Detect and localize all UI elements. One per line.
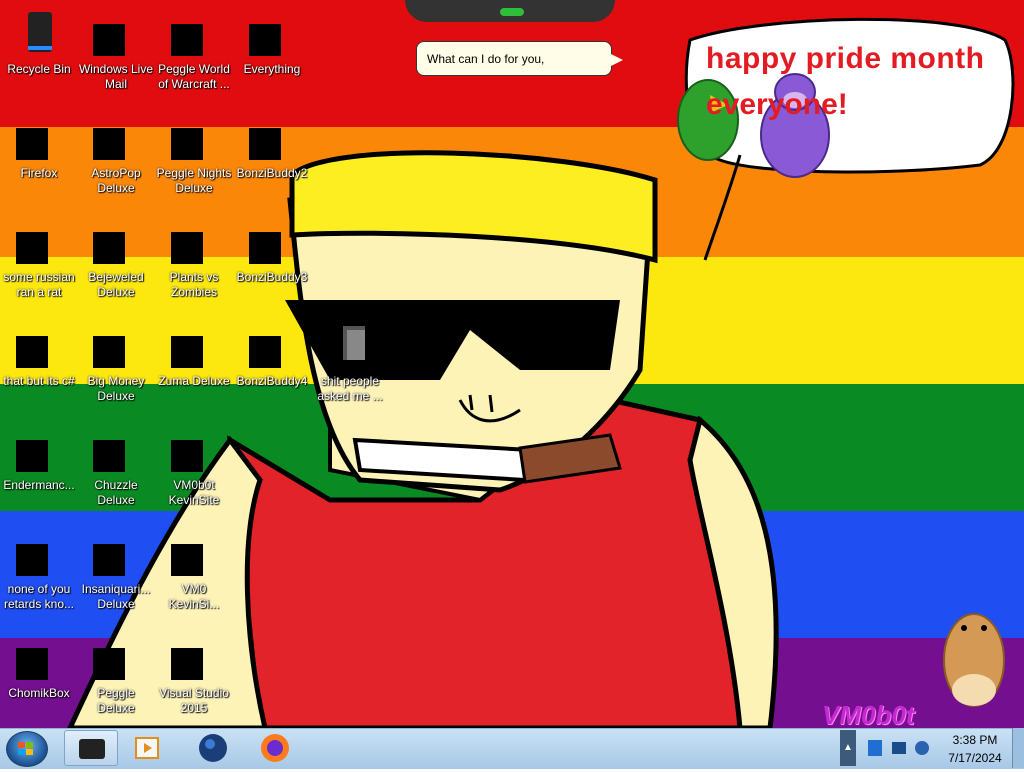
icon-label: BonziBuddy3 — [236, 270, 308, 284]
desktop-icon-endermanc[interactable]: Endermanc... — [1, 420, 77, 516]
windows-logo-icon — [18, 742, 33, 755]
icon-label: VM0b0t KevinSite — [168, 478, 220, 507]
tray-shield-icon — [868, 740, 882, 756]
media-player-icon — [135, 737, 159, 759]
clock-time[interactable]: 3:38 PM — [940, 733, 1010, 747]
bubble-tail — [611, 54, 623, 66]
gem-icon — [93, 232, 125, 264]
icon-label: Zuma Deluxe — [158, 374, 230, 388]
desktop-icon-recycle-bin[interactable]: Recycle Bin — [1, 4, 77, 100]
desktop-icon-big-money[interactable]: Big Money Deluxe — [78, 316, 154, 412]
recycle-bin-icon — [28, 12, 52, 52]
status-led — [500, 8, 524, 16]
computer-icon — [79, 739, 105, 759]
visual-studio-icon — [171, 648, 203, 680]
desktop-icon-bejeweled[interactable]: Bejeweled Deluxe — [78, 212, 154, 308]
search-app-icon — [249, 24, 281, 56]
show-hidden-icons[interactable]: ▲ — [843, 742, 853, 753]
icon-label: none of you retards kno... — [3, 582, 75, 611]
game-icon — [93, 128, 125, 160]
desktop-icon-shit-people-asked[interactable]: shit people asked me ... — [312, 316, 388, 412]
icon-label: Endermanc... — [3, 478, 75, 492]
desktop-icon-peggle-nights[interactable]: Peggle Nights Deluxe — [156, 108, 232, 204]
firefox-icon — [16, 128, 48, 160]
hamster-icon — [16, 648, 48, 680]
game-icon — [93, 648, 125, 680]
assistant-speech-bubble: What can I do for you, — [416, 41, 612, 76]
desktop-icon-that-but-its-c[interactable]: that but its c# — [1, 316, 77, 412]
folder-icon — [171, 440, 203, 472]
icon-label: BonziBuddy2 — [236, 166, 308, 180]
icon-label: that but its c# — [3, 374, 75, 388]
desktop-icon-zuma[interactable]: Zuma Deluxe — [156, 316, 232, 412]
game-icon — [93, 440, 125, 472]
taskbar-firefox[interactable] — [248, 730, 302, 766]
icon-label: Recycle Bin — [7, 62, 71, 76]
desktop-icon-firefox[interactable]: Firefox — [1, 108, 77, 204]
icon-label: VM0 KevinSi... — [168, 582, 220, 611]
desktop-icon-chomikbox[interactable]: ChomikBox — [1, 628, 77, 724]
file-icon — [16, 232, 48, 264]
icon-label: BonziBuddy4 — [236, 374, 308, 388]
icon-label: Everything — [243, 62, 301, 76]
taskbar-computer[interactable] — [64, 730, 118, 766]
desktop-icon-everything[interactable]: Everything — [234, 4, 310, 100]
icon-label: Firefox — [20, 166, 58, 180]
desktop-icon-bonzibuddy3[interactable]: BonziBuddy3 — [234, 212, 310, 308]
icon-label: shit people asked me ... — [317, 374, 383, 403]
file-icon — [171, 544, 203, 576]
game-icon — [171, 232, 203, 264]
firefox-icon — [261, 734, 289, 762]
system-tray-icons[interactable] — [866, 738, 930, 758]
bonzi-icon — [249, 232, 281, 264]
mail-icon — [93, 24, 125, 56]
money-bag-icon — [93, 336, 125, 368]
terminal-icon — [16, 440, 48, 472]
folder-icon — [343, 326, 365, 360]
game-icon — [171, 24, 203, 56]
desktop-icon-astropop[interactable]: AstroPop Deluxe — [78, 108, 154, 204]
desktop-icon-peggle-deluxe[interactable]: Peggle Deluxe — [78, 628, 154, 724]
desktop-icon-bonzibuddy2[interactable]: BonziBuddy2 — [234, 108, 310, 204]
desktop-icon-none-of-you[interactable]: none of you retards kno... — [1, 524, 77, 620]
folder-icon — [249, 128, 281, 160]
clock-date[interactable]: 7/17/2024 — [940, 751, 1010, 765]
icon-label: Visual Studio 2015 — [159, 686, 229, 715]
fish-icon — [93, 544, 125, 576]
desktop-icon-visual-studio[interactable]: Visual Studio 2015 — [156, 628, 232, 724]
icon-label: Peggle Deluxe — [97, 686, 135, 715]
browser-icon — [16, 544, 48, 576]
icon-label: Peggle Nights Deluxe — [156, 166, 232, 195]
icon-label: ChomikBox — [8, 686, 70, 700]
icon-label: Big Money Deluxe — [87, 374, 145, 403]
icon-label: Plants vs Zombies — [169, 270, 219, 299]
icon-label: Windows Live Mail — [78, 62, 154, 91]
icon-label: Insaniquari... Deluxe — [81, 582, 151, 611]
desktop-icon-windows-live-mail[interactable]: Windows Live Mail — [78, 4, 154, 100]
game-icon — [171, 128, 203, 160]
show-desktop-button[interactable] — [1012, 728, 1024, 768]
desktop-icon-plants-vs-zombies[interactable]: Plants vs Zombies — [156, 212, 232, 308]
earth-icon — [199, 734, 227, 762]
game-icon — [171, 336, 203, 368]
icon-label: Chuzzle Deluxe — [94, 478, 138, 507]
desktop-icon-chuzzle[interactable]: Chuzzle Deluxe — [78, 420, 154, 516]
icon-label: Peggle World of Warcraft ... — [158, 62, 230, 91]
file-icon — [16, 336, 48, 368]
icon-label: some russian ran a rat — [3, 270, 75, 299]
desktop-icon-some-russian[interactable]: some russian ran a rat — [1, 212, 77, 308]
desktop-icon-bonzibuddy4[interactable]: BonziBuddy4 — [234, 316, 310, 412]
tray-network-icon — [892, 742, 906, 754]
taskbar-media-player[interactable] — [120, 730, 174, 766]
desktop-icon-vm0-kevinsi[interactable]: VM0 KevinSi... — [156, 524, 232, 620]
vm0b0t-watermark: VM0b0t — [822, 700, 915, 728]
bonzi-icon — [249, 336, 281, 368]
desktop-icon-peggle-wow[interactable]: Peggle World of Warcraft ... — [156, 4, 232, 100]
icon-label: Bejeweled Deluxe — [88, 270, 144, 299]
icon-label: AstroPop Deluxe — [91, 166, 141, 195]
taskbar-earth[interactable] — [186, 730, 240, 766]
desktop-icon-insaniquarium[interactable]: Insaniquari... Deluxe — [78, 524, 154, 620]
desktop-icon-vm0b0t-kevinsite[interactable]: VM0b0t KevinSite — [156, 420, 232, 516]
tray-volume-icon — [915, 741, 929, 755]
